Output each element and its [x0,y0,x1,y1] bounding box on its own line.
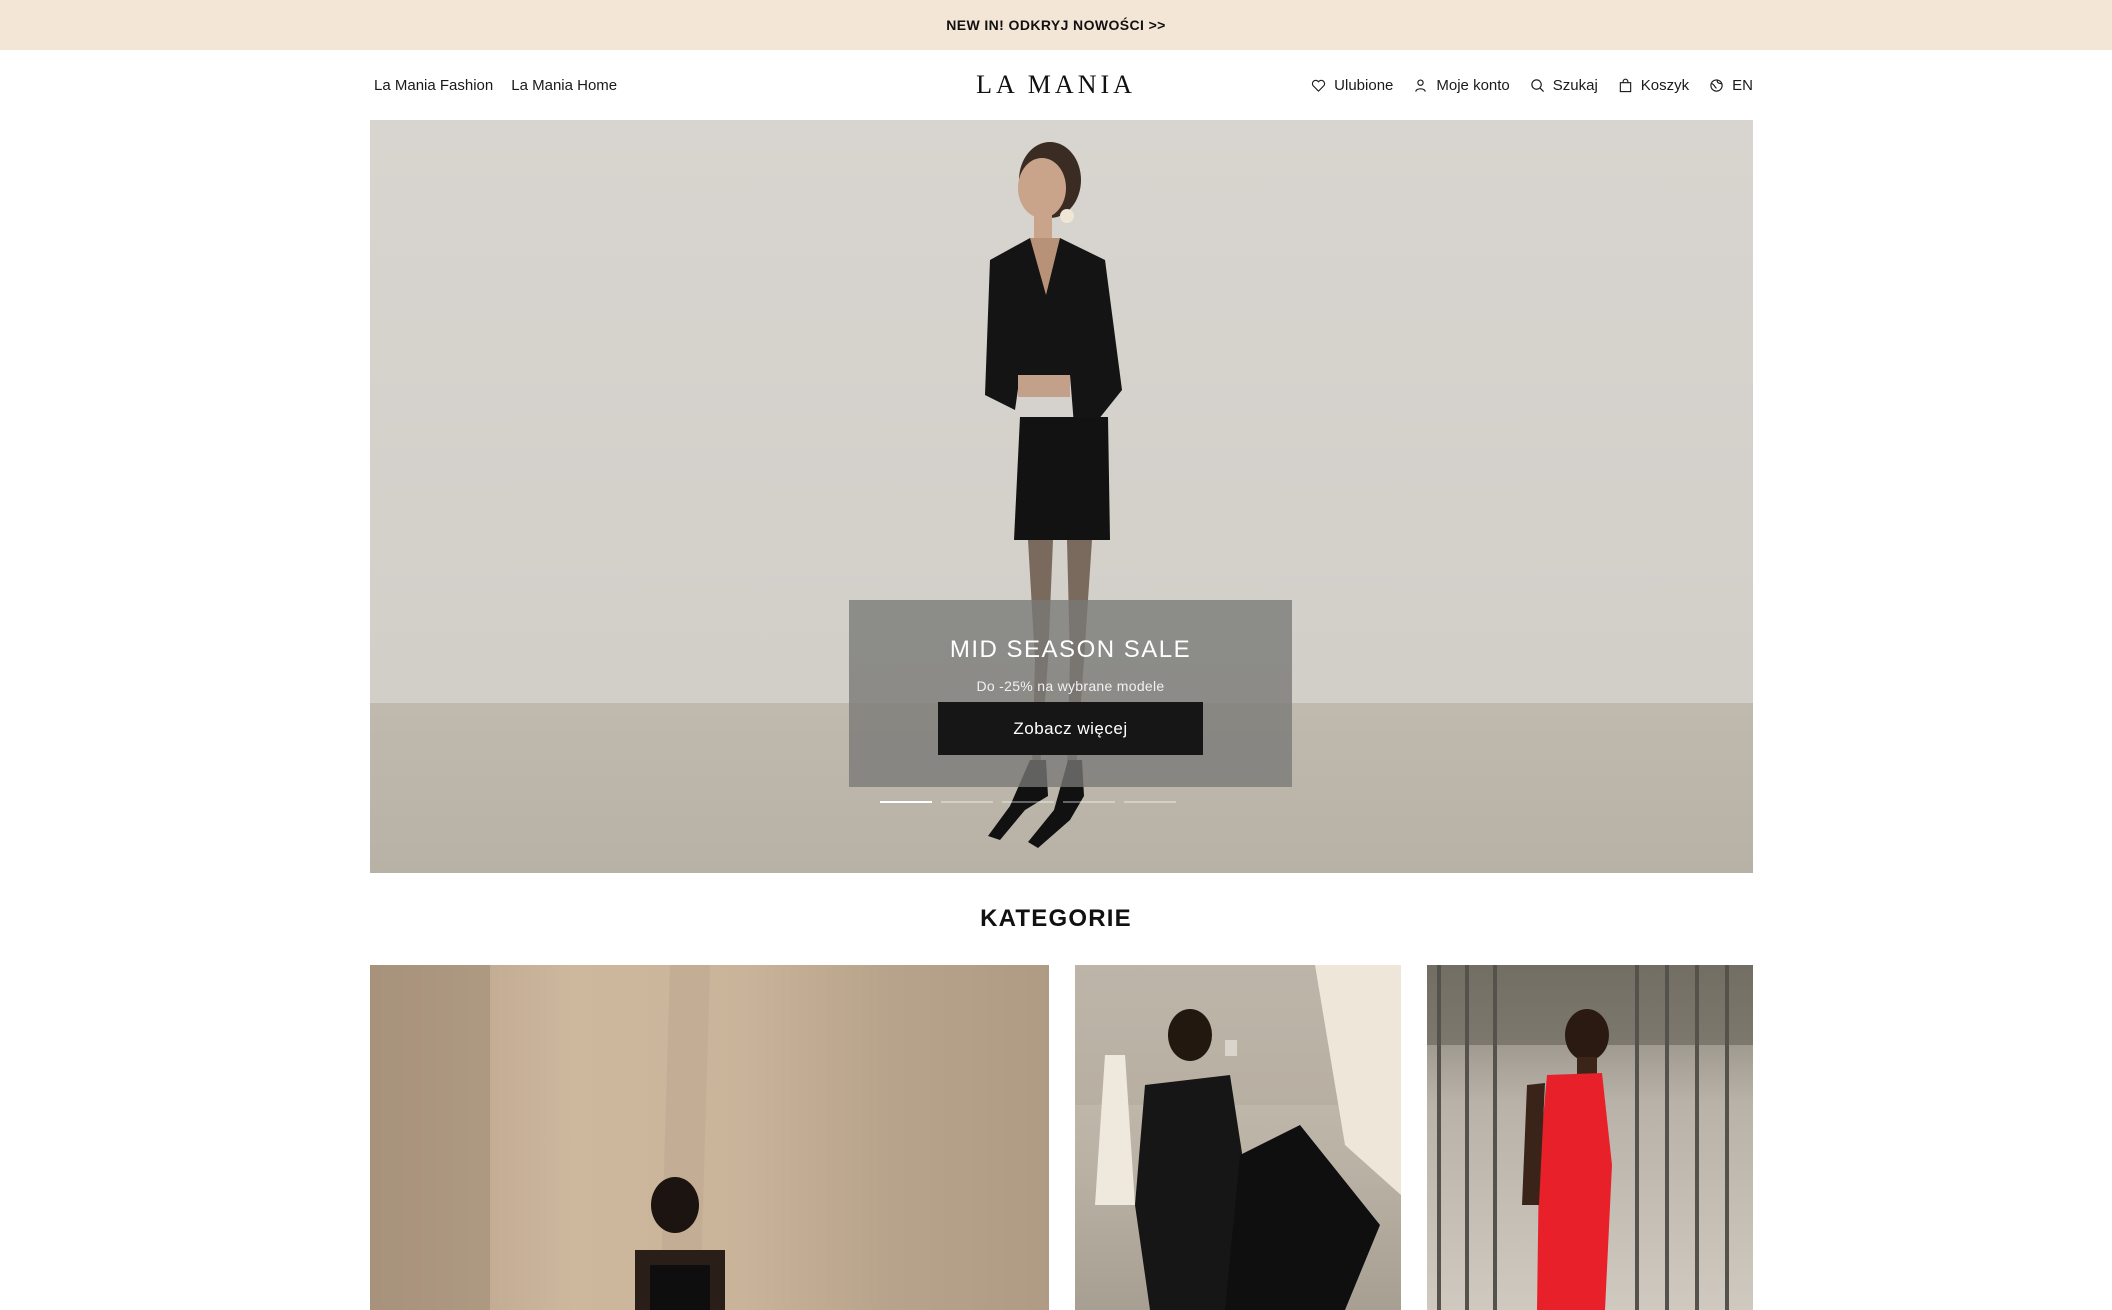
category-image-2 [1075,965,1401,1310]
hero-title: MID SEASON SALE [949,636,1192,663]
favorites-label: Ulubione [1334,76,1394,94]
categories-title: KATEGORIE [980,905,1132,932]
promo-bar: NEW IN! ODKRYJ NOWOŚCI >> [0,0,2112,50]
hero-banner[interactable]: MID SEASON SALE Do -25% na wybrane model… [370,120,1753,873]
utility-nav: Ulubione Moje konto Szukaj Koszyk EN [1311,50,1753,120]
favorites-link[interactable]: Ulubione [1311,77,1393,94]
category-image-1 [370,965,1049,1310]
hero-promo-card: MID SEASON SALE Do -25% na wybrane model… [849,600,1292,787]
language-switch[interactable]: EN [1709,77,1753,94]
hero-subtitle: Do -25% na wybrane modele [976,678,1165,694]
heart-icon [1312,79,1326,92]
see-more-button[interactable]: Zobacz więcej [938,702,1203,755]
nav-link-home[interactable]: La Mania Home [511,77,617,94]
search-link[interactable]: Szukaj [1530,77,1598,94]
slider-dot-4[interactable] [1063,801,1115,803]
globe-icon [1710,78,1723,92]
slider-dot-2[interactable] [941,801,993,803]
category-image-3 [1427,965,1753,1310]
search-label: Szukaj [1552,76,1598,94]
promo-link[interactable]: NEW IN! ODKRYJ NOWOŚCI >> [946,17,1166,33]
site-header: La Mania Fashion La Mania Home LA MANIA … [0,50,2112,120]
category-tile-2[interactable] [1075,965,1401,1310]
account-link[interactable]: Moje konto [1413,76,1510,94]
cart-label: Koszyk [1640,76,1690,94]
brand-nav: La Mania Fashion La Mania Home [374,50,617,120]
bag-icon [1619,78,1632,92]
site-logo[interactable]: LA MANIA [976,70,1136,100]
slider-dot-1[interactable] [880,801,932,803]
language-label: EN [1732,76,1753,94]
category-tile-3[interactable] [1427,965,1753,1310]
user-icon [1415,79,1427,92]
search-icon [1531,78,1544,92]
cart-link[interactable]: Koszyk [1618,77,1689,94]
slider-dots [880,801,1185,803]
logo-container: LA MANIA [0,50,2112,120]
account-label: Moje konto [1436,76,1510,94]
category-tile-1[interactable] [370,965,1049,1310]
nav-link-fashion[interactable]: La Mania Fashion [374,77,493,94]
slider-dot-5[interactable] [1124,801,1176,803]
slider-dot-3[interactable] [1002,801,1054,803]
